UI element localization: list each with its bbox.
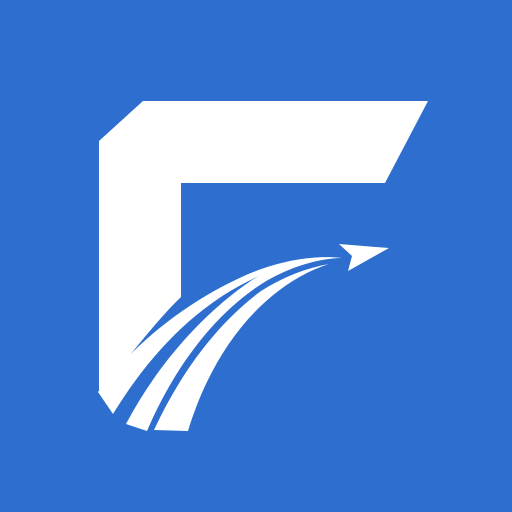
f-paper-plane-logo-icon	[0, 0, 512, 512]
app-icon-canvas	[0, 0, 512, 512]
icon-background	[0, 0, 512, 512]
